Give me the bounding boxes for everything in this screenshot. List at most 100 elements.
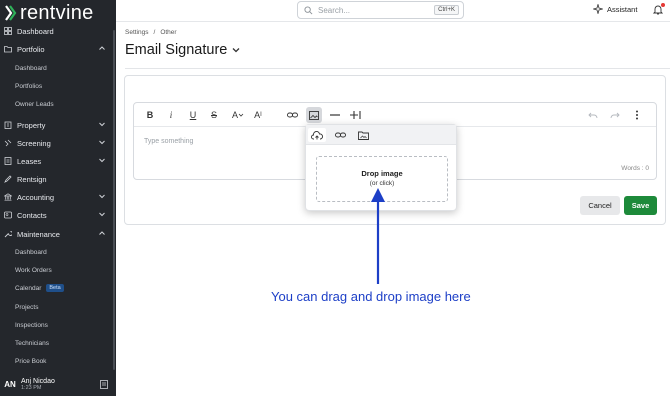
notification-dot [661, 3, 665, 7]
sidebar-item-label: Accounting [17, 192, 55, 202]
image-source-tabs [306, 125, 456, 145]
font-size-button[interactable]: AI [251, 108, 265, 122]
search-placeholder: Search... [318, 5, 351, 15]
folder-image-icon [357, 131, 369, 140]
bold-button[interactable]: B [143, 108, 157, 122]
sidebar-item-rentsign[interactable]: Rentsign [0, 170, 112, 188]
font-size-small-glyph: I [260, 112, 262, 118]
breadcrumb-settings[interactable]: Settings [125, 29, 149, 36]
undo-button[interactable] [586, 108, 600, 122]
search-input[interactable]: Search... Ctrl+K [297, 1, 464, 19]
divider [125, 68, 670, 69]
building-icon [4, 121, 12, 129]
sidebar-item-screening[interactable]: Screening [0, 134, 112, 152]
sidebar-item-label: Rentsign [17, 174, 47, 184]
breadcrumb-other[interactable]: Other [160, 29, 176, 36]
undo-icon [588, 112, 598, 118]
user-time: 1:23 PM [21, 384, 42, 391]
folder-icon [4, 45, 12, 53]
sidebar-subitem-calendar[interactable]: Calendar Beta [15, 281, 64, 295]
strikethrough-button[interactable]: S [207, 108, 221, 122]
italic-button[interactable]: i [164, 108, 178, 122]
sidebar-item-portfolio[interactable]: Portfolio [0, 40, 112, 58]
sidebar-subitem-projects[interactable]: Projects [15, 300, 38, 314]
annotation-text: You can drag and drop image here [271, 289, 471, 304]
dropzone-title: Drop image [361, 169, 403, 178]
sidebar-subitem-portfolio-dashboard[interactable]: Dashboard [15, 61, 47, 75]
page-title[interactable]: Email Signature [125, 42, 241, 58]
wrench-icon [4, 230, 12, 238]
chevron-down-icon [99, 140, 105, 145]
word-count: Words : 0 [621, 165, 649, 172]
search-shortcut-badge: Ctrl+K [434, 5, 459, 15]
sidebar: rentvine Dashboard Portfolio Dashboard P… [0, 0, 116, 396]
horizontal-rule-button[interactable] [328, 108, 342, 122]
annotation-arrow [371, 188, 385, 284]
save-button[interactable]: Save [624, 196, 657, 215]
image-button[interactable] [306, 107, 322, 123]
sidebar-subitem-maintenance-dashboard[interactable]: Dashboard [15, 245, 47, 259]
cloud-upload-icon [311, 130, 323, 139]
sidebar-subitem-owner-leads[interactable]: Owner Leads [15, 97, 54, 111]
chevron-up-icon [99, 46, 105, 50]
chevron-down-icon [99, 212, 105, 217]
link-icon [286, 112, 298, 118]
editor-placeholder: Type something [144, 138, 194, 145]
user-profile[interactable]: AN Anj Nicdao 1:23 PM [0, 372, 116, 396]
user-name: Anj Nicdao [21, 377, 55, 385]
image-icon [309, 110, 319, 120]
sidebar-item-label: Leases [17, 156, 42, 166]
contacts-icon [4, 211, 12, 219]
bank-icon [4, 193, 12, 201]
sidebar-item-property[interactable]: Property [0, 116, 112, 134]
screening-icon [4, 139, 12, 147]
top-bar: Search... Ctrl+K Assistant [116, 0, 670, 22]
sidebar-item-label: Screening [17, 138, 51, 148]
sidebar-subitem-inspections[interactable]: Inspections [15, 318, 48, 332]
caret-down-icon [238, 113, 244, 117]
tab-url[interactable] [331, 128, 349, 142]
beta-badge: Beta [46, 284, 64, 292]
rentvine-logo-mark-icon [5, 5, 17, 21]
more-options-button[interactable] [630, 108, 644, 122]
sidebar-item-label: Portfolio [17, 44, 45, 54]
more-vertical-icon [636, 110, 638, 120]
sidebar-subitem-price-book[interactable]: Price Book [15, 354, 46, 368]
tab-browse[interactable] [354, 128, 372, 142]
avatar: AN [4, 379, 16, 389]
sidebar-subitem-technicians[interactable]: Technicians [15, 336, 49, 350]
chevron-down-icon [99, 158, 105, 163]
sidebar-item-label: Property [17, 120, 46, 130]
document-icon[interactable] [100, 380, 108, 389]
insert-button[interactable] [349, 108, 363, 122]
grid-icon [4, 27, 12, 35]
sidebar-subitem-work-orders[interactable]: Work Orders [15, 263, 52, 277]
rentvine-logo[interactable]: rentvine [4, 2, 94, 24]
sidebar-item-maintenance[interactable]: Maintenance [0, 225, 112, 243]
search-icon [304, 5, 313, 14]
insert-plus-icon [350, 111, 361, 119]
breadcrumb: Settings / Other [125, 29, 177, 36]
sidebar-item-accounting[interactable]: Accounting [0, 188, 112, 206]
minus-icon [330, 114, 340, 116]
sidebar-subitem-label: Calendar [15, 284, 42, 292]
link-icon [334, 132, 346, 138]
chevron-down-icon [99, 122, 105, 127]
page-title-text: Email Signature [125, 42, 228, 58]
redo-button[interactable] [608, 108, 622, 122]
sidebar-subitem-portfolios[interactable]: Portfolios [15, 79, 42, 93]
assistant-button[interactable]: Assistant [593, 4, 637, 14]
chevron-down-icon [232, 48, 240, 53]
sidebar-scrollbar[interactable] [113, 30, 115, 370]
link-button[interactable] [285, 108, 299, 122]
breadcrumb-separator: / [153, 29, 156, 36]
sidebar-item-leases[interactable]: Leases [0, 152, 112, 170]
tab-upload[interactable] [308, 128, 326, 142]
cancel-button[interactable]: Cancel [580, 196, 620, 215]
sidebar-item-dashboard[interactable]: Dashboard [0, 22, 112, 40]
font-color-button[interactable]: A [228, 108, 248, 122]
sidebar-item-contacts[interactable]: Contacts [0, 206, 112, 224]
sparkle-icon [593, 4, 603, 14]
underline-button[interactable]: U [186, 108, 200, 122]
pen-icon [4, 175, 12, 183]
